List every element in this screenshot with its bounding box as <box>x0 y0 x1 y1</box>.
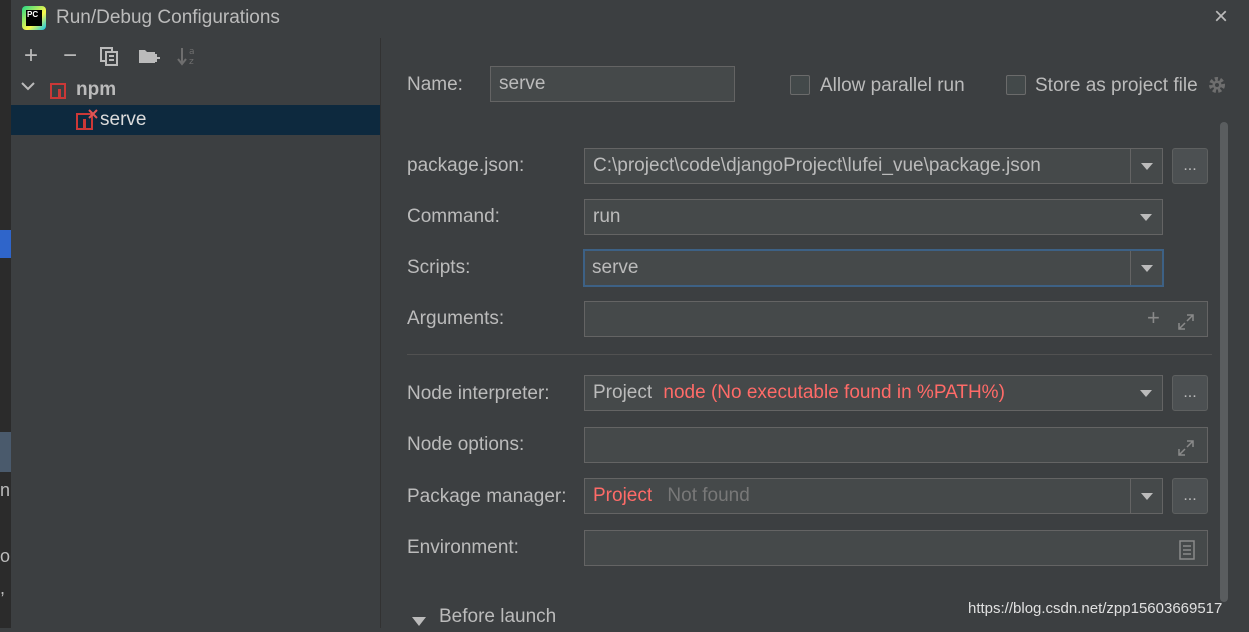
chevron-down-icon[interactable] <box>1130 479 1162 513</box>
section-separator <box>407 354 1212 355</box>
tree-item-serve[interactable] <box>11 105 380 135</box>
chevron-down-icon[interactable] <box>1130 376 1162 410</box>
package-manager-combo[interactable]: Project Not found <box>584 478 1163 514</box>
close-icon[interactable]: × <box>1210 4 1232 30</box>
arguments-label: Arguments: <box>407 308 505 329</box>
package-json-label: package.json: <box>407 155 525 176</box>
package-manager-browse-button[interactable]: ... <box>1172 478 1208 514</box>
collapse-triangle-icon[interactable] <box>412 611 426 626</box>
environment-label: Environment: <box>407 537 519 558</box>
svg-text:a: a <box>189 47 195 57</box>
tree-group-npm[interactable] <box>11 76 380 106</box>
node-options-label: Node options: <box>407 434 525 455</box>
store-as-project-checkbox[interactable] <box>1006 75 1026 95</box>
sort-icon[interactable]: a z <box>177 45 199 67</box>
background-bar <box>0 432 11 472</box>
scripts-combo[interactable]: serve <box>583 249 1164 287</box>
expand-icon[interactable] <box>1177 436 1195 456</box>
package-json-combo[interactable]: C:\project\code\djangoProject\lufei_vue\… <box>584 148 1163 184</box>
configuration-tree <box>11 74 380 628</box>
node-interpreter-error: node (No executable found in %PATH%) <box>663 382 1005 403</box>
name-label: Name: <box>407 74 463 96</box>
add-configuration-button[interactable]: + <box>19 44 43 68</box>
name-input[interactable]: serve <box>490 66 735 102</box>
watermark-url: https://blog.csdn.net/zpp15603669517 <box>968 600 1223 617</box>
expand-icon[interactable] <box>1177 310 1195 330</box>
allow-parallel-label[interactable]: Allow parallel run <box>820 75 965 97</box>
package-manager-label: Package manager: <box>407 486 567 507</box>
background-window-edge <box>0 0 11 628</box>
node-interpreter-browse-button[interactable]: ... <box>1172 375 1208 411</box>
form-scrollbar[interactable] <box>1220 122 1228 602</box>
npm-icon <box>50 83 66 99</box>
copy-configuration-icon[interactable] <box>99 46 119 66</box>
allow-parallel-checkbox[interactable] <box>790 75 810 95</box>
chevron-down-icon[interactable] <box>1130 200 1162 234</box>
package-manager-prefix: Project <box>593 485 653 506</box>
environment-input[interactable] <box>584 530 1208 566</box>
background-text-1: n <box>0 480 11 500</box>
node-interpreter-combo[interactable]: Project node (No executable found in %PA… <box>584 375 1163 411</box>
chevron-down-icon[interactable] <box>1130 149 1162 183</box>
name-label-text: Name: <box>407 74 463 95</box>
gear-icon[interactable] <box>1207 75 1227 95</box>
background-text-3: , <box>0 578 6 598</box>
before-launch-label[interactable]: Before launch <box>439 606 556 628</box>
background-selection <box>0 230 11 258</box>
package-json-value: C:\project\code\djangoProject\lufei_vue\… <box>593 155 1041 176</box>
tree-group-label: npm <box>76 79 117 100</box>
command-combo[interactable]: run <box>584 199 1163 235</box>
chevron-down-icon[interactable] <box>20 78 36 98</box>
scripts-value: serve <box>592 257 639 278</box>
add-icon[interactable]: + <box>1147 302 1160 334</box>
app-icon-text: PC <box>26 10 42 26</box>
node-interpreter-prefix: Project <box>593 382 653 403</box>
chevron-down-icon[interactable] <box>1130 251 1162 285</box>
command-label: Command: <box>407 206 500 227</box>
package-json-browse-button[interactable]: ... <box>1172 148 1208 184</box>
window-title: Run/Debug Configurations <box>56 7 280 28</box>
panel-divider[interactable] <box>380 38 381 628</box>
node-interpreter-label: Node interpreter: <box>407 383 550 404</box>
store-as-project-label[interactable]: Store as project file <box>1035 75 1198 97</box>
node-options-input[interactable] <box>584 427 1208 463</box>
npm-config-error-icon <box>76 109 98 131</box>
package-manager-value: Not found <box>667 485 750 506</box>
pycharm-app-icon: PC <box>22 6 46 30</box>
tree-item-label: serve <box>100 109 147 130</box>
scripts-label: Scripts: <box>407 257 471 278</box>
document-icon[interactable] <box>1179 539 1195 560</box>
new-folder-icon[interactable] <box>138 46 160 66</box>
background-text-2: o <box>0 546 11 566</box>
remove-configuration-button[interactable]: − <box>58 44 82 68</box>
arguments-input[interactable]: + <box>584 301 1208 337</box>
svg-text:z: z <box>189 57 194 67</box>
command-value: run <box>593 206 621 227</box>
